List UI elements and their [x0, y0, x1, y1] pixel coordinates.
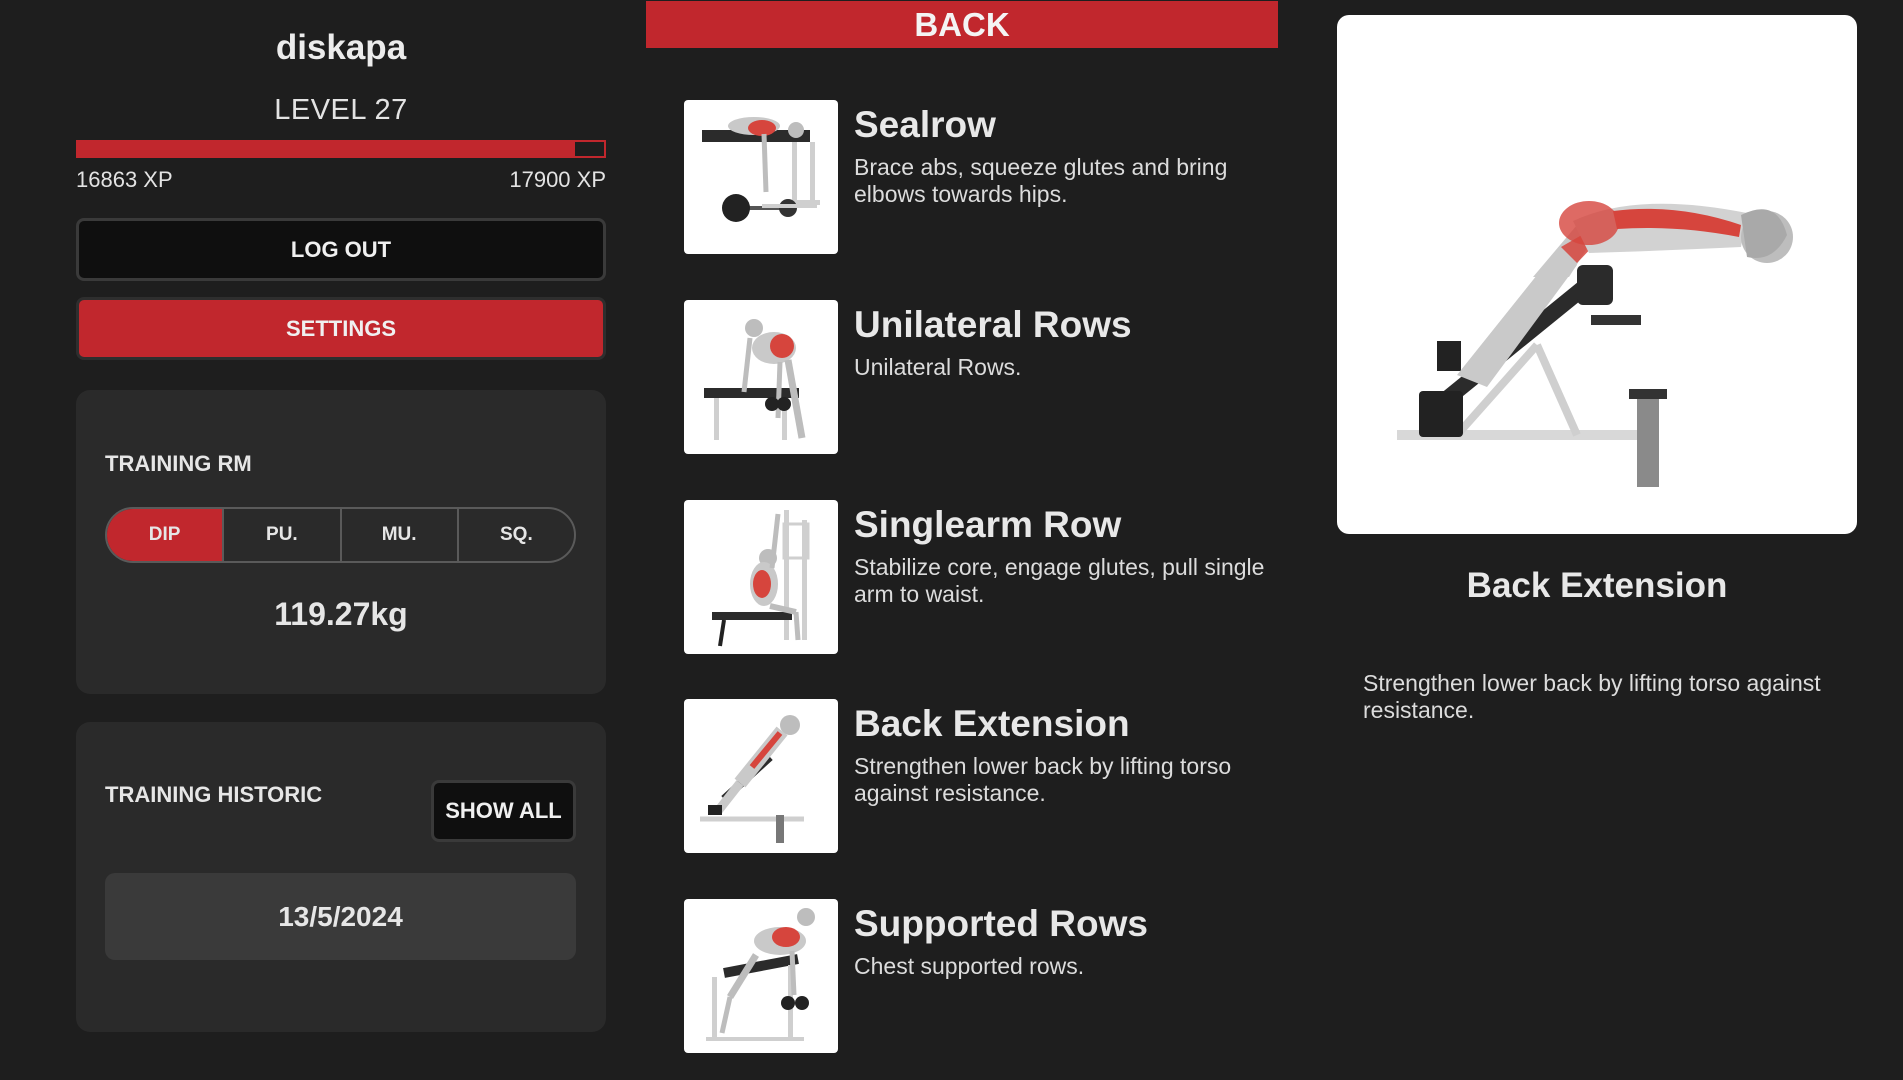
- exercise-description: Strengthen lower back by lifting torso a…: [854, 753, 1232, 806]
- xp-current: 16863 XP: [76, 167, 173, 192]
- username: diskapa: [275, 28, 407, 67]
- xp-row: 16863 XP 17900 XP: [76, 167, 606, 193]
- singlearm-row-illustration-icon: [684, 500, 838, 654]
- exercise-segmented-control: DIP PU. MU. SQ.: [105, 507, 576, 563]
- exercise-description: Unilateral Rows.: [854, 354, 1022, 380]
- rm-value: 119.27kg: [274, 596, 408, 632]
- unilateral-row-illustration-icon: [684, 300, 838, 454]
- back-extension-illustration-icon: [684, 699, 838, 853]
- training-historic-card: TRAINING HISTORIC SHOW ALL 13/5/2024: [76, 722, 606, 1032]
- history-entry[interactable]: 13/5/2024: [105, 873, 576, 960]
- xp-next: 17900 XP: [509, 167, 606, 192]
- xp-progress-fill: [78, 142, 575, 156]
- exercise-item[interactable]: Supported Rows Chest supported rows.: [684, 899, 1274, 1053]
- sealrow-illustration-icon: [684, 100, 838, 254]
- tab-muscle-up[interactable]: MU.: [339, 509, 457, 561]
- training-rm-card: TRAINING RM DIP PU. MU. SQ. 119.27kg: [76, 390, 606, 694]
- exercise-description: Chest supported rows.: [854, 953, 1085, 979]
- show-all-button[interactable]: SHOW ALL: [431, 780, 576, 842]
- exercise-item[interactable]: Back Extension Strengthen lower back by …: [684, 699, 1274, 853]
- detail-exercise-name: Back Extension: [1466, 566, 1728, 605]
- exercise-name: Unilateral Rows: [854, 304, 1132, 345]
- xp-progress-bar: [76, 140, 606, 158]
- exercise-name: Back Extension: [854, 703, 1130, 744]
- exercise-name: Supported Rows: [854, 903, 1148, 944]
- tab-pull-up[interactable]: PU.: [222, 509, 339, 561]
- tab-dip[interactable]: DIP: [107, 509, 223, 561]
- supported-row-illustration-icon: [684, 899, 838, 1053]
- exercise-description: Stabilize core, engage glutes, pull sing…: [854, 554, 1265, 607]
- exercise-item[interactable]: Unilateral Rows Unilateral Rows.: [684, 300, 1274, 454]
- training-historic-title: TRAINING HISTORIC: [105, 782, 323, 807]
- tab-squat[interactable]: SQ.: [456, 509, 574, 561]
- training-rm-title: TRAINING RM: [105, 451, 252, 476]
- profile-panel: diskapa LEVEL 27 16863 XP 17900 XP LOG O…: [76, 0, 606, 1032]
- detail-exercise-description: Strengthen lower back by lifting torso a…: [1363, 670, 1821, 723]
- exercise-name: Sealrow: [854, 104, 996, 145]
- exercise-description: Brace abs, squeeze glutes and bring elbo…: [854, 154, 1228, 207]
- exercise-item[interactable]: Sealrow Brace abs, squeeze glutes and br…: [684, 100, 1274, 254]
- exercise-name: Singlearm Row: [854, 504, 1122, 545]
- exercise-list-panel: BACK Sealrow Brace abs, squeeze glutes a…: [646, 0, 1278, 1053]
- back-extension-illustration-icon: [1337, 15, 1857, 534]
- category-header[interactable]: BACK: [646, 1, 1278, 48]
- logout-button[interactable]: LOG OUT: [76, 218, 606, 281]
- settings-button[interactable]: SETTINGS: [76, 297, 606, 360]
- exercise-item[interactable]: Singlearm Row Stabilize core, engage glu…: [684, 500, 1274, 654]
- level-label: LEVEL 27: [274, 94, 408, 126]
